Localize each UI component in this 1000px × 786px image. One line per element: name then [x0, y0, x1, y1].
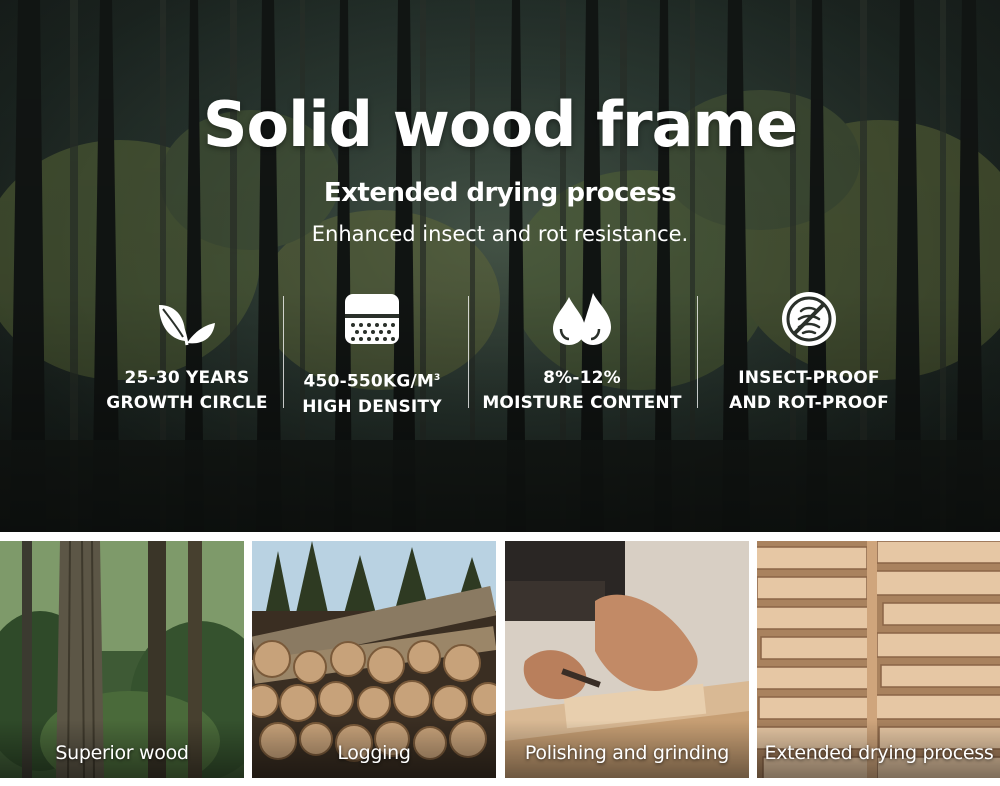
tile-caption: Superior wood: [55, 742, 189, 764]
hero-shade-overlay: [0, 0, 1000, 532]
tile-caption: Polishing and grinding: [524, 742, 730, 764]
feature-insect-proof: INSECT-PROOF AND ROT-PROOF: [709, 288, 909, 416]
tile-superior-wood: Superior wood: [0, 541, 244, 778]
page-tagline: Enhanced insect and rot resistance.: [311, 222, 689, 246]
tile-logging: Logging: [252, 541, 496, 778]
feature-insect-label: AND ROT-PROOF: [729, 393, 889, 413]
feature-high-density: 450-550KG/M3 HIGH DENSITY: [272, 288, 472, 420]
hero-banner: Solid wood frame Extended drying process…: [0, 0, 1000, 532]
feature-insect-value: INSECT-PROOF: [738, 368, 880, 388]
feature-growth-label: GROWTH CIRCLE: [106, 393, 268, 413]
page-title: Solid wood frame: [202, 88, 798, 161]
cubic-superscript: 3: [434, 373, 441, 383]
feature-growth-circle: 25-30 YEARS GROWTH CIRCLE: [87, 288, 287, 416]
feature-density-value: 450-550KG/M3: [303, 371, 441, 392]
no-insect-icon: [782, 292, 836, 346]
density-block-icon: [345, 294, 399, 344]
feature-moisture-content: 8%-12% MOISTURE CONTENT: [482, 288, 682, 416]
feature-moisture-label: MOISTURE CONTENT: [482, 393, 682, 413]
feature-moisture-value: 8%-12%: [543, 368, 621, 388]
water-drops-icon: [553, 293, 611, 345]
feature-divider: [697, 296, 698, 408]
tile-caption: Extended drying process: [764, 742, 994, 764]
tile-caption: Logging: [337, 742, 411, 764]
page-subtitle: Extended drying process: [323, 178, 677, 208]
feature-divider: [468, 296, 469, 408]
tile-extended-drying: Extended drying process: [757, 541, 1000, 778]
tile-polishing-grinding: Polishing and grinding: [505, 541, 749, 778]
feature-density-label: HIGH DENSITY: [302, 396, 442, 417]
feature-growth-value: 25-30 YEARS: [124, 368, 250, 388]
leaf-icon: [159, 305, 215, 346]
